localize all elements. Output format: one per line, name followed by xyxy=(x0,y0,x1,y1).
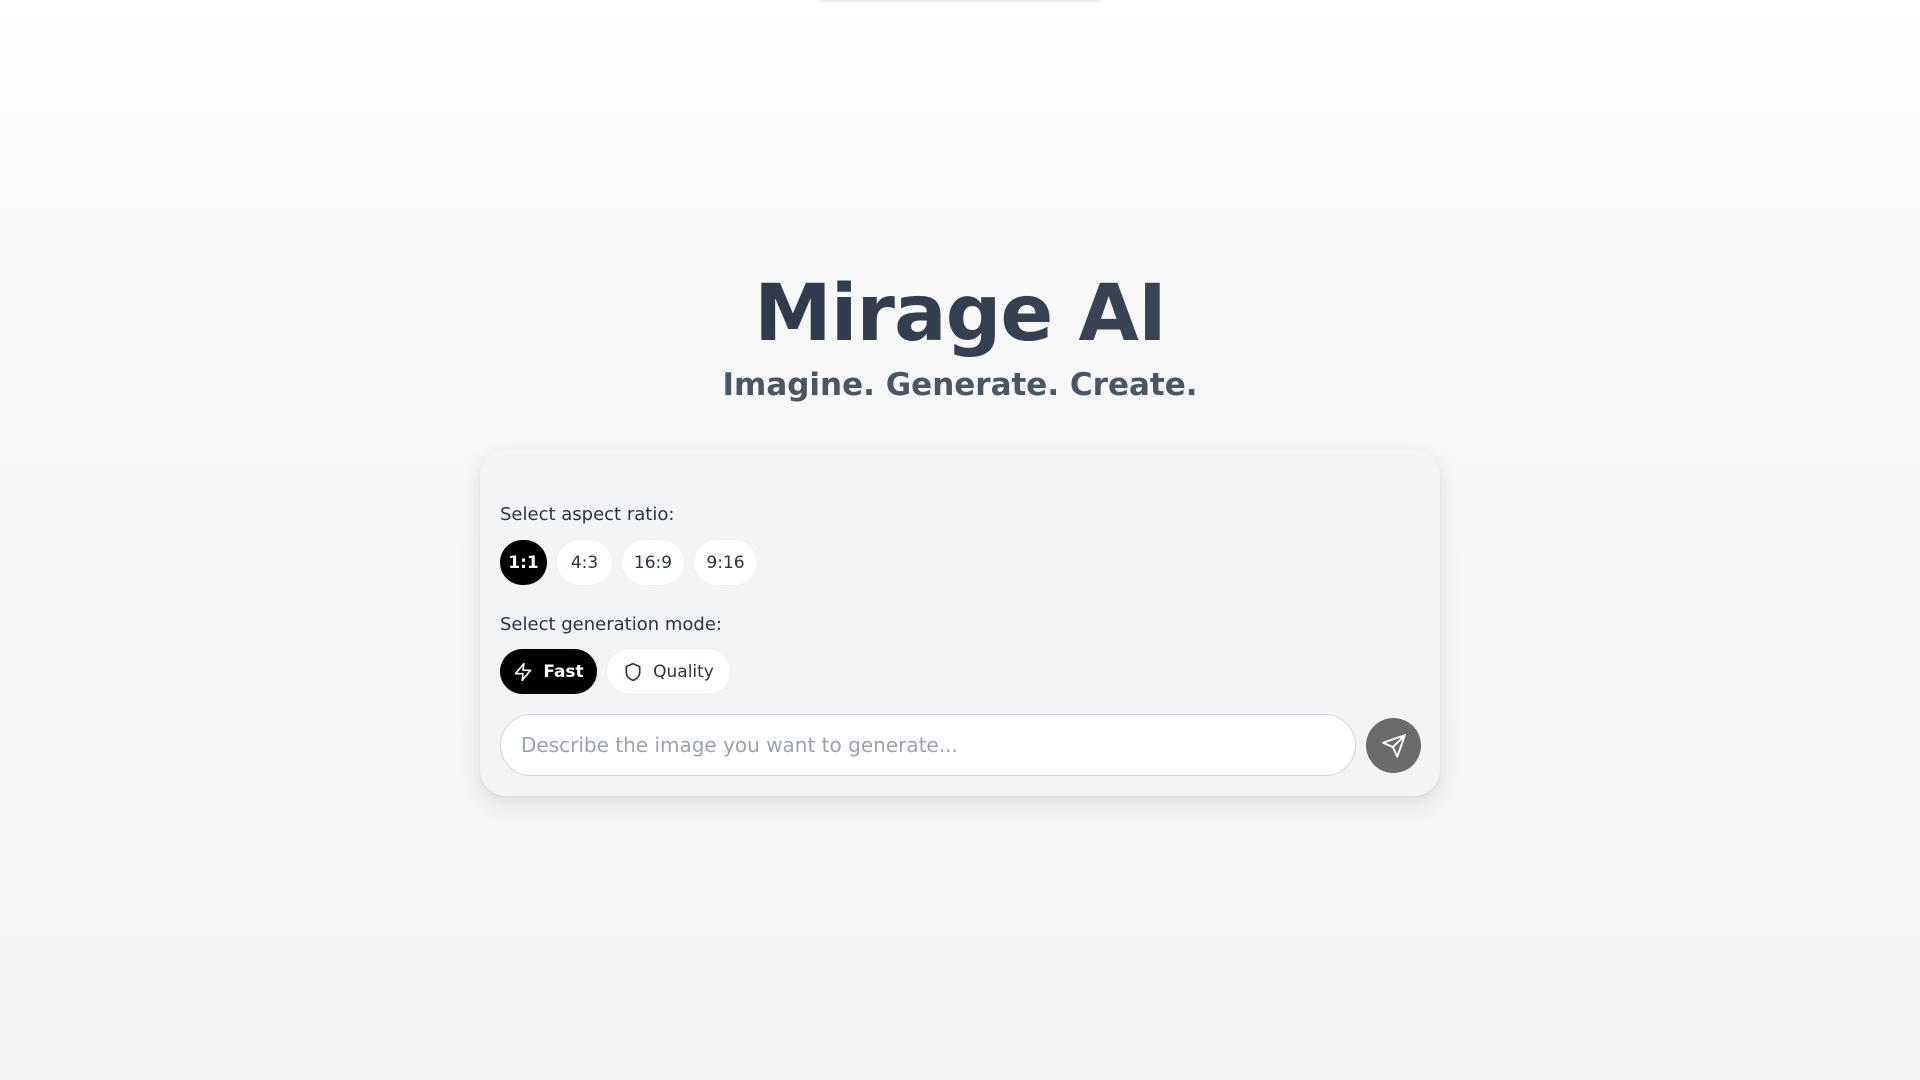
app-title: Mirage AI xyxy=(0,269,1920,360)
aspect-ratio-9-16-button[interactable]: 9:16 xyxy=(694,540,757,585)
send-icon xyxy=(1381,733,1406,758)
aspect-ratio-1-1-button[interactable]: 1:1 xyxy=(500,540,547,585)
aspect-ratio-16-9-button[interactable]: 16:9 xyxy=(622,540,684,585)
generation-mode-label: Select generation mode: xyxy=(500,614,722,635)
lightning-bolt-icon xyxy=(514,662,532,681)
generator-panel: Select aspect ratio: 1:1 4:3 16:9 9:16 S… xyxy=(480,449,1440,796)
aspect-ratio-label: Select aspect ratio: xyxy=(500,504,675,525)
mode-quality-label: Quality xyxy=(653,661,714,682)
mode-fast-button[interactable]: Fast xyxy=(500,649,597,694)
app-tagline: Imagine. Generate. Create. xyxy=(722,367,1198,403)
shield-icon xyxy=(625,662,641,681)
mode-fast-label: Fast xyxy=(543,661,584,682)
mode-quality-button[interactable]: Quality xyxy=(607,649,730,694)
prompt-input[interactable] xyxy=(500,714,1356,776)
send-button[interactable] xyxy=(1366,718,1421,773)
aspect-ratio-4-3-button[interactable]: 4:3 xyxy=(557,540,612,585)
